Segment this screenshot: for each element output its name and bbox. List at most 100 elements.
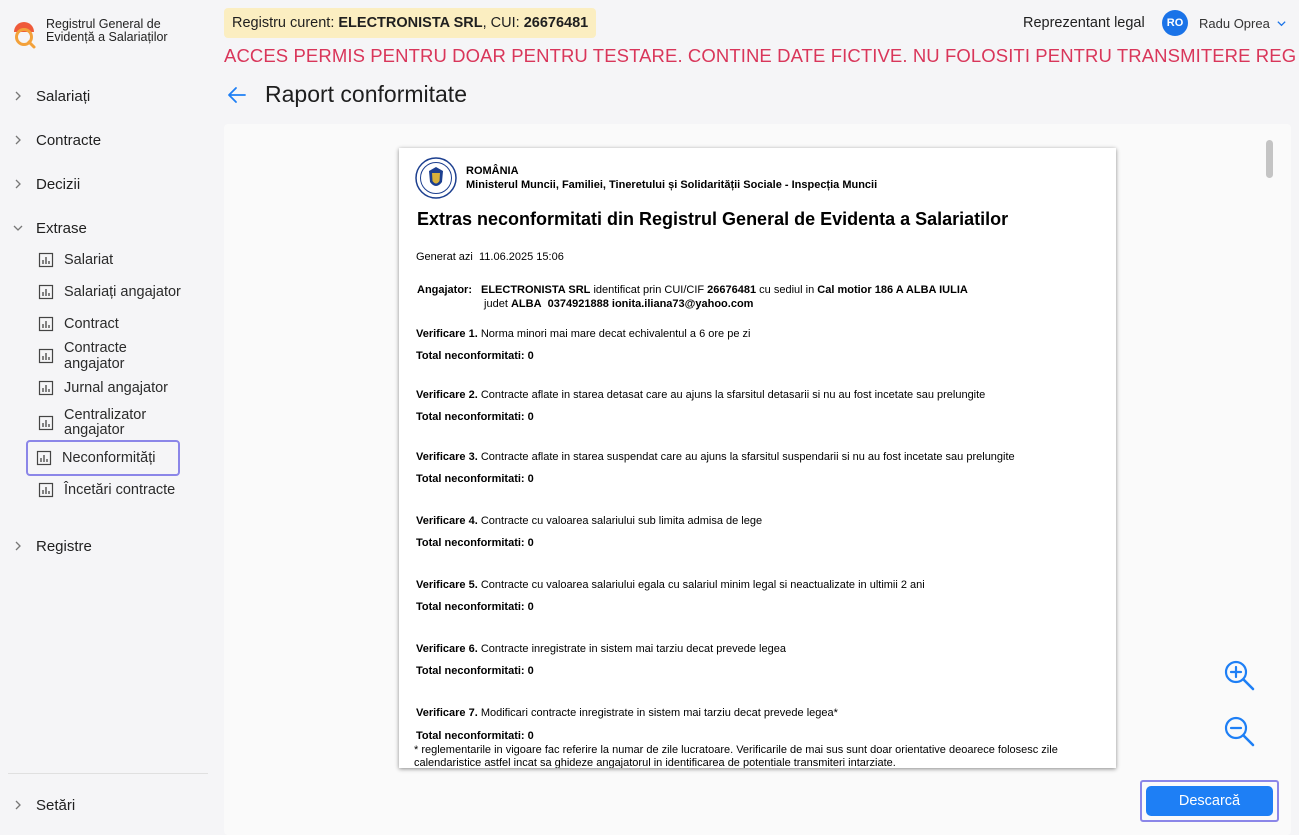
zoom-in-icon[interactable] bbox=[1222, 658, 1256, 692]
sidebar-section-label: Setări bbox=[36, 796, 76, 814]
chevron-right-icon bbox=[15, 91, 21, 101]
report-chart-icon bbox=[36, 450, 52, 466]
report-chart-icon bbox=[38, 252, 54, 268]
chevron-down-icon bbox=[1277, 20, 1286, 26]
chevron-right-icon bbox=[15, 135, 21, 145]
sidebar-item-neconformitati[interactable]: Neconformități bbox=[26, 440, 180, 476]
sidebar-section-decizii[interactable]: Decizii bbox=[0, 168, 216, 200]
check-text: Contracte aflate in starea suspendat car… bbox=[480, 451, 1015, 463]
sidebar-item-jurnal-angajator[interactable]: Jurnal angajator bbox=[0, 372, 216, 404]
check-5-total: Total neconformitati: 0 bbox=[416, 601, 534, 613]
chevron-right-icon bbox=[15, 800, 21, 810]
employer-text: identificat prin CUI/CIF bbox=[590, 284, 708, 296]
check-text: Contracte aflate in starea detasat care … bbox=[480, 389, 986, 401]
check-label: Verificare 4. bbox=[416, 515, 478, 527]
sidebar-item-centralizator-angajator[interactable]: Centralizator angajator bbox=[0, 404, 216, 442]
registry-prefix: Registru curent: bbox=[232, 15, 339, 31]
check-text: Contracte cu valoarea salariului sub lim… bbox=[480, 515, 763, 527]
check-7-total: Total neconformitati: 0 bbox=[416, 730, 534, 742]
document-footnote: * reglementarile in vigoare fac referire… bbox=[414, 744, 1058, 768]
sidebar-section-salariati[interactable]: Salariați bbox=[0, 80, 216, 112]
report-document: ROMÂNIA Ministerul Muncii, Familiei, Tin… bbox=[399, 148, 1116, 768]
check-4-total: Total neconformitati: 0 bbox=[416, 537, 534, 549]
sidebar-section-registre[interactable]: Registre bbox=[0, 530, 216, 562]
sidebar-item-contract[interactable]: Contract bbox=[0, 308, 216, 340]
brand[interactable]: Registrul General de Evidență a Salariaț… bbox=[10, 18, 186, 58]
check-2-total: Total neconformitati: 0 bbox=[416, 411, 534, 423]
sidebar-item-label: Salariați angajator bbox=[64, 284, 181, 300]
check-label: Verificare 5. bbox=[416, 579, 478, 591]
document-country: ROMÂNIA bbox=[466, 165, 519, 177]
generated-timestamp: 11.06.2025 15:06 bbox=[479, 251, 564, 263]
user-role: Reprezentant legal bbox=[1023, 15, 1145, 31]
check-1-total: Total neconformitati: 0 bbox=[416, 350, 534, 362]
sidebar-divider bbox=[8, 773, 208, 774]
sidebar-item-label: Neconformități bbox=[62, 450, 156, 466]
check-2: Verificare 2. Contracte aflate in starea… bbox=[416, 389, 985, 401]
generated-label: Generat azi bbox=[416, 251, 473, 263]
check-text: Modificari contracte inregistrate in sis… bbox=[480, 707, 838, 719]
registry-company: ELECTRONISTA SRL bbox=[338, 15, 483, 31]
sidebar-item-label: Centralizator angajator bbox=[64, 407, 147, 438]
sidebar-item-salariat[interactable]: Salariat bbox=[0, 244, 216, 276]
check-label: Verificare 3. bbox=[416, 451, 478, 463]
current-registry-badge: Registru curent: ELECTRONISTA SRL , CUI:… bbox=[224, 8, 597, 38]
document-generated: Generat azi 11.06.2025 15:06 bbox=[416, 251, 564, 263]
sidebar-section-setari[interactable]: Setări bbox=[0, 789, 216, 821]
sidebar-item-incetari-contracte[interactable]: Încetări contracte bbox=[0, 474, 216, 506]
document-header-text: ROMÂNIA Ministerul Muncii, Familiei, Tin… bbox=[466, 164, 877, 192]
download-button[interactable]: Descarcă bbox=[1146, 786, 1273, 816]
registry-cui-prefix: , CUI: bbox=[482, 15, 524, 31]
sidebar-item-contracte-angajator[interactable]: Contracte angajator bbox=[0, 340, 216, 372]
check-6-total: Total neconformitati: 0 bbox=[416, 665, 534, 677]
check-text: Contracte inregistrate in sistem mai tar… bbox=[480, 643, 786, 655]
employer-county: ALBA bbox=[510, 298, 542, 310]
employer-cui: 26676481 bbox=[707, 284, 757, 296]
sidebar-item-salariati-angajator[interactable]: Salariați angajator bbox=[0, 276, 216, 308]
sidebar-settings: Setări bbox=[0, 789, 216, 833]
sidebar: Registrul General de Evidență a Salariaț… bbox=[0, 0, 216, 835]
report-chart-icon bbox=[38, 380, 54, 396]
user-menu[interactable]: RO Radu Oprea bbox=[1162, 10, 1287, 36]
sidebar-section-label: Contracte bbox=[36, 131, 102, 149]
document-header: ROMÂNIA Ministerul Muncii, Familiei, Tin… bbox=[415, 157, 877, 199]
employer-name: ELECTRONISTA SRL bbox=[481, 284, 591, 296]
scrollbar-thumb[interactable] bbox=[1266, 140, 1273, 178]
page-title: Raport conformitate bbox=[265, 81, 467, 107]
sidebar-section-label: Decizii bbox=[36, 175, 81, 193]
check-text: Contracte cu valoarea salariului egala c… bbox=[480, 579, 925, 591]
sidebar-nav: Salariați Contracte Decizii Extrase Sala… bbox=[0, 80, 216, 574]
report-chart-icon bbox=[38, 316, 54, 332]
extrase-submenu: Salariat Salariați angajator Contract Co… bbox=[0, 244, 216, 506]
check-label: Verificare 2. bbox=[416, 389, 478, 401]
report-chart-icon bbox=[38, 284, 54, 300]
check-label: Verificare 1. bbox=[416, 328, 478, 340]
check-3-total: Total neconformitati: 0 bbox=[416, 473, 534, 485]
check-3: Verificare 3. Contracte aflate in starea… bbox=[416, 451, 1015, 463]
avatar: RO bbox=[1162, 10, 1188, 36]
sidebar-item-label: Încetări contracte bbox=[64, 482, 176, 498]
sidebar-section-label: Extrase bbox=[36, 219, 87, 237]
brand-title: Registrul General de Evidență a Salariaț… bbox=[46, 18, 186, 44]
sidebar-section-extrase[interactable]: Extrase bbox=[0, 212, 216, 244]
download-button-focus: Descarcă bbox=[1140, 780, 1279, 822]
check-5: Verificare 5. Contracte cu valoarea sala… bbox=[416, 579, 925, 591]
check-text: Norma minori mai mare decat echivalentul… bbox=[480, 328, 751, 340]
check-4: Verificare 4. Contracte cu valoarea sala… bbox=[416, 515, 762, 527]
registry-cui: 26676481 bbox=[523, 15, 589, 31]
chevron-right-icon bbox=[15, 541, 21, 551]
report-chart-icon bbox=[38, 415, 54, 431]
app-logo-icon bbox=[14, 22, 36, 49]
ministry-seal-icon bbox=[415, 157, 457, 199]
employer-info: Angajator: ELECTRONISTA SRL identificat … bbox=[417, 283, 1097, 311]
sidebar-item-label: Contract bbox=[64, 316, 119, 332]
report-chart-icon bbox=[38, 482, 54, 498]
back-arrow-icon[interactable] bbox=[226, 84, 248, 106]
sidebar-item-label: Jurnal angajator bbox=[64, 380, 168, 396]
sidebar-section-contracte[interactable]: Contracte bbox=[0, 124, 216, 156]
employer-label: Angajator: bbox=[417, 284, 472, 296]
zoom-out-icon[interactable] bbox=[1222, 714, 1256, 748]
employer-text: cu sediul in bbox=[756, 284, 818, 296]
sidebar-item-label: Contracte angajator bbox=[64, 340, 127, 372]
employer-phone: 0374921888 bbox=[547, 298, 609, 310]
